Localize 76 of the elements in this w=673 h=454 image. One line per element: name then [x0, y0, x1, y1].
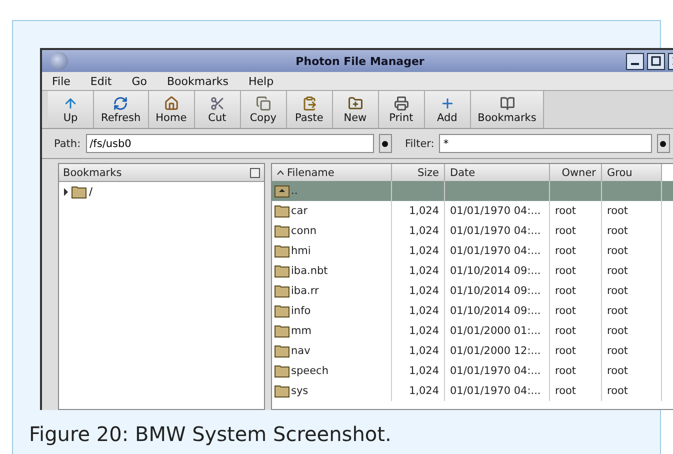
menu-item[interactable]: File — [42, 74, 80, 88]
plus-icon — [440, 96, 455, 110]
folder-icon — [274, 344, 290, 358]
table-cell: 01/01/1970 04:... — [445, 381, 550, 401]
toolbar-button[interactable]: Up — [48, 91, 94, 128]
file-name: iba.nbt — [291, 265, 328, 277]
printer-icon — [394, 96, 409, 110]
folder-icon — [274, 224, 290, 238]
parent-folder-icon — [274, 184, 290, 198]
path-label: Path: — [54, 138, 81, 150]
column-header[interactable]: Filename — [272, 164, 392, 181]
file-name: car — [291, 205, 308, 217]
folder-plus-icon — [348, 96, 363, 110]
scissors-icon — [210, 96, 225, 110]
filter-label: Filter: — [404, 138, 434, 150]
folder-icon — [274, 304, 290, 318]
column-header[interactable]: Date — [445, 164, 550, 181]
file-row[interactable]: .. — [272, 181, 673, 201]
column-header[interactable]: Owner — [550, 164, 602, 181]
figure-caption: Figure 20: BMW System Screenshot. — [29, 422, 392, 446]
toolbar-button[interactable]: Cut — [194, 91, 241, 128]
file-name: hmi — [291, 245, 311, 257]
dot-icon — [381, 140, 390, 148]
column-header[interactable]: Grou — [602, 164, 662, 181]
menu-item[interactable]: Edit — [80, 74, 122, 88]
toolbar-button[interactable]: Paste — [286, 91, 333, 128]
tree-item[interactable]: / — [89, 186, 93, 198]
file-name: .. — [291, 185, 298, 197]
toolbar-button[interactable]: Bookmarks — [470, 91, 544, 128]
file-name: speech — [291, 365, 328, 377]
filter-field[interactable]: * — [439, 134, 652, 153]
maximize-button[interactable] — [647, 52, 665, 70]
toolbar-button[interactable]: New — [332, 91, 379, 128]
window-title: Photon File Manager — [296, 54, 424, 68]
column-header[interactable]: Size — [392, 164, 445, 181]
house-icon — [164, 96, 179, 110]
table-cell: 1,024 — [392, 381, 445, 401]
copy-icon — [256, 96, 271, 110]
dropdown-button[interactable] — [378, 134, 392, 153]
menu-item[interactable]: Bookmarks — [157, 74, 238, 88]
folder-icon — [71, 185, 87, 199]
dot-icon — [659, 140, 668, 148]
minimize-icon — [631, 63, 639, 65]
toolbar-button[interactable]: Add — [424, 91, 471, 128]
path-field[interactable]: /fs/usb0 — [86, 134, 374, 153]
folder-icon — [274, 264, 290, 278]
file-name: info — [291, 305, 311, 317]
folder-icon — [274, 384, 290, 398]
file-name: iba.rr — [291, 285, 319, 297]
toolbar-button[interactable]: Refresh — [94, 91, 149, 128]
folder-icon — [274, 364, 290, 378]
folder-icon — [274, 284, 290, 298]
table-cell: root — [602, 381, 662, 401]
table-cell: root — [550, 381, 602, 401]
clipboard-icon — [302, 96, 317, 110]
toolbar-button[interactable]: Copy — [240, 91, 287, 128]
panel-title: Bookmarks — [62, 166, 122, 178]
toolbar-button[interactable]: Home — [148, 91, 195, 128]
folder-icon — [274, 244, 290, 258]
maximize-icon — [651, 56, 661, 66]
file-name: nav — [291, 345, 310, 357]
expander-icon[interactable] — [63, 188, 69, 196]
file-name: conn — [291, 225, 317, 237]
app-icon — [50, 52, 68, 70]
menu-item[interactable]: Help — [238, 74, 284, 88]
menu-item[interactable]: Go — [122, 74, 157, 88]
folder-icon — [274, 324, 290, 338]
file-name: sys — [291, 385, 308, 397]
dropdown-button[interactable] — [656, 134, 670, 153]
toolbar-button[interactable]: Print — [378, 91, 425, 128]
file-name: mm — [291, 325, 312, 337]
minimize-button[interactable] — [626, 52, 644, 70]
refresh-icon — [113, 96, 128, 110]
folder-icon — [274, 204, 290, 218]
book-icon — [500, 96, 514, 110]
restore-icon[interactable] — [250, 168, 260, 178]
